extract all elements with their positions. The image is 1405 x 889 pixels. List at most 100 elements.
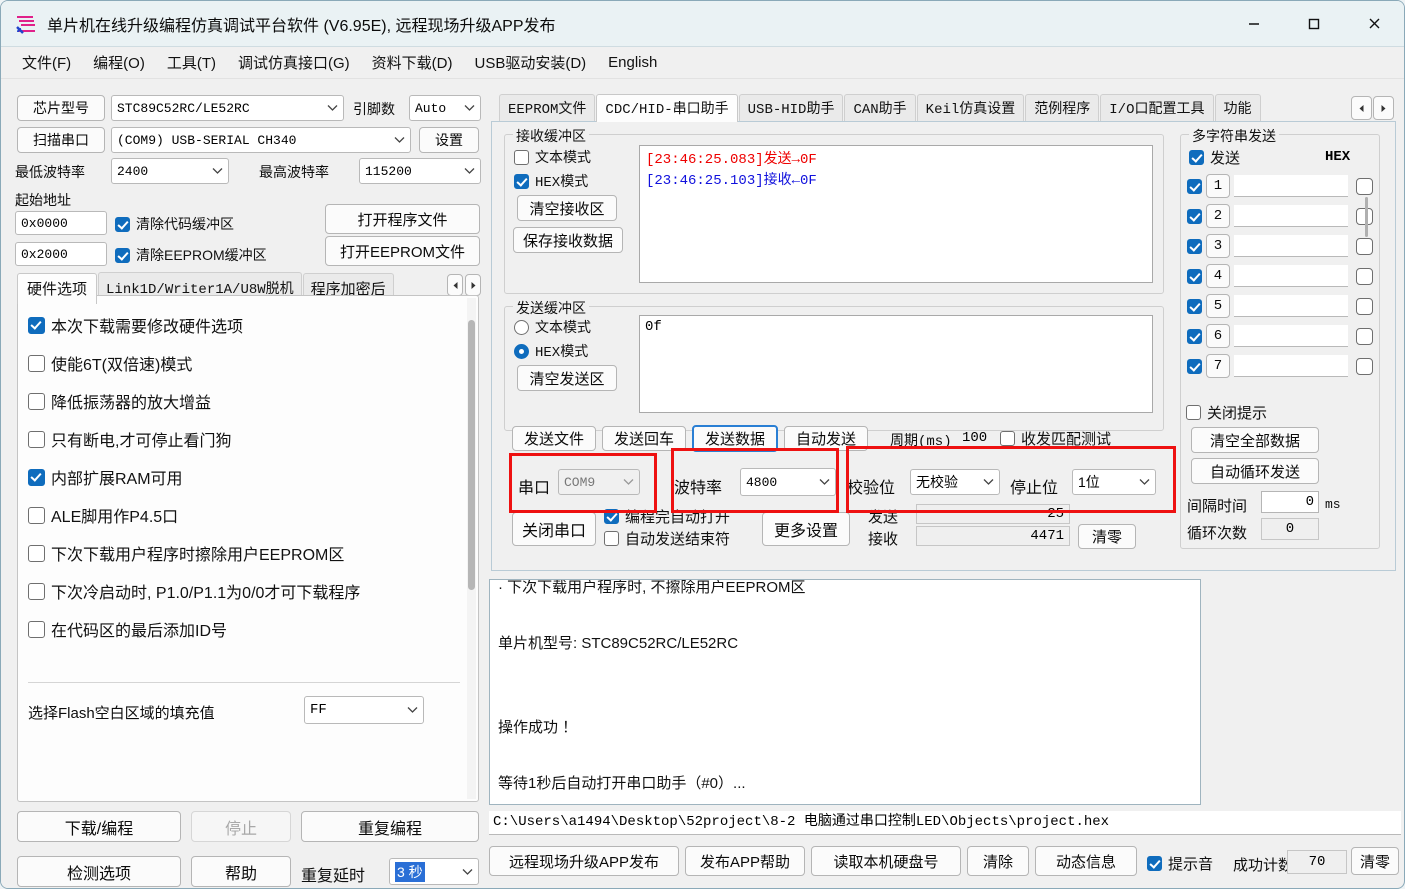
port-select[interactable]: COM9: [558, 469, 640, 495]
save-receive-button[interactable]: 保存接收数据: [513, 227, 623, 253]
send-period-value[interactable]: 100: [962, 430, 987, 446]
send-enter-button[interactable]: 发送回车: [602, 426, 686, 451]
hardware-option-row[interactable]: 内部扩展RAM可用: [28, 458, 460, 496]
hardware-option-row[interactable]: 在代码区的最后添加ID号: [28, 610, 460, 648]
multisend-row-input[interactable]: [1234, 355, 1348, 377]
more-settings-button[interactable]: 更多设置: [762, 512, 850, 546]
multisend-row-button[interactable]: 3: [1206, 234, 1230, 258]
right-tab-next-button[interactable]: [1373, 96, 1394, 120]
read-disk-id-button[interactable]: 读取本机硬盘号: [811, 846, 961, 876]
multisend-row[interactable]: 5: [1187, 291, 1373, 321]
receive-hex-mode-checkbox[interactable]: HEX模式: [514, 171, 588, 191]
multisend-row[interactable]: 6: [1187, 321, 1373, 351]
baud-select[interactable]: 4800: [740, 468, 836, 496]
tab-can-helper[interactable]: CAN助手: [844, 94, 916, 122]
multisend-row[interactable]: 3: [1187, 231, 1373, 261]
checkbox-icon[interactable]: [1187, 358, 1202, 374]
flash-fill-select[interactable]: FF: [304, 696, 424, 724]
maximize-button[interactable]: [1284, 1, 1344, 47]
checkbox-icon[interactable]: [1187, 298, 1202, 314]
scan-serial-port-button[interactable]: 扫描串口: [17, 127, 105, 153]
send-file-button[interactable]: 发送文件: [512, 426, 596, 451]
publish-app-help-button[interactable]: 发布APP帮助: [685, 846, 805, 876]
minimize-button[interactable]: [1224, 1, 1284, 47]
right-tab-prev-button[interactable]: [1351, 96, 1372, 120]
repeat-program-button[interactable]: 重复编程: [301, 811, 479, 842]
start-address-code-input[interactable]: 0x0000: [15, 211, 107, 235]
multisend-row-input[interactable]: [1234, 205, 1348, 227]
stopbits-select[interactable]: 1位: [1072, 469, 1156, 495]
close-button[interactable]: [1344, 1, 1404, 47]
checkbox-icon[interactable]: [1187, 238, 1202, 254]
tab-usb-hid[interactable]: USB-HID助手: [738, 94, 844, 122]
open-eeprom-file-button[interactable]: 打开EEPROM文件: [325, 236, 480, 266]
left-tab-prev-button[interactable]: [447, 274, 463, 296]
tab-io-config[interactable]: I/O口配置工具: [1100, 94, 1214, 122]
multisend-row[interactable]: 1: [1187, 171, 1373, 201]
send-text-mode-radio[interactable]: 文本模式: [514, 317, 591, 337]
remote-upgrade-publish-button[interactable]: 远程现场升级APP发布: [489, 846, 679, 876]
multisend-row[interactable]: 7: [1187, 351, 1373, 381]
send-data-button[interactable]: 发送数据: [692, 425, 778, 452]
clear-all-data-button[interactable]: 清空全部数据: [1191, 427, 1319, 453]
checkbox-icon[interactable]: [1187, 178, 1202, 194]
stop-button[interactable]: 停止: [191, 811, 291, 842]
multisend-row-button[interactable]: 7: [1206, 354, 1230, 378]
multisend-row-button[interactable]: 4: [1206, 264, 1230, 288]
hardware-option-row[interactable]: 使能6T(双倍速)模式: [28, 344, 460, 382]
tab-functions[interactable]: 功能: [1214, 94, 1261, 122]
max-baud-select[interactable]: 115200: [359, 158, 481, 184]
parity-select[interactable]: 无校验: [910, 469, 1000, 495]
beep-checkbox[interactable]: 提示音: [1147, 853, 1213, 874]
match-test-checkbox[interactable]: 收发匹配测试: [1000, 428, 1111, 449]
download-program-button[interactable]: 下载/编程: [17, 811, 181, 842]
checkbox-icon[interactable]: [1187, 268, 1202, 284]
pins-select[interactable]: Auto: [409, 95, 481, 121]
multisend-row-input[interactable]: [1234, 325, 1348, 347]
clear-eeprom-buffer-checkbox[interactable]: 清除EEPROM缓冲区: [115, 245, 267, 265]
multisend-row-button[interactable]: 1: [1206, 174, 1230, 198]
menu-item-downloads[interactable]: 资料下载(D): [361, 49, 464, 76]
open-program-file-button[interactable]: 打开程序文件: [325, 204, 480, 234]
start-address-eeprom-input[interactable]: 0x2000: [15, 242, 107, 266]
reset-success-count-button[interactable]: 清零: [1351, 847, 1399, 875]
hardware-option-row[interactable]: 本次下载需要修改硬件选项: [28, 306, 460, 344]
hardware-option-row[interactable]: ALE脚用作P4.5口: [28, 496, 460, 534]
min-baud-select[interactable]: 2400: [111, 158, 229, 184]
tab-hardware-options[interactable]: 硬件选项: [17, 273, 98, 304]
multisend-row-input[interactable]: [1234, 235, 1348, 257]
menu-item-usb-driver[interactable]: USB驱动安装(D): [463, 49, 597, 76]
receive-log-textarea[interactable]: [23:46:25.083]发送→0F [23:46:25.103]接收←0F: [639, 145, 1153, 283]
interval-input[interactable]: 0: [1261, 491, 1319, 513]
multisend-row-button[interactable]: 5: [1206, 294, 1230, 318]
multisend-scrollbar[interactable]: [1364, 171, 1373, 391]
send-buffer-textarea[interactable]: 0f: [639, 315, 1153, 413]
hardware-option-row[interactable]: 只有断电,才可停止看门狗: [28, 420, 460, 458]
multisend-row-input[interactable]: [1234, 265, 1348, 287]
close-tip-checkbox[interactable]: 关闭提示: [1186, 402, 1267, 423]
auto-send-button[interactable]: 自动发送: [784, 426, 868, 451]
tab-cdc-hid-serial[interactable]: CDC/HID-串口助手: [596, 94, 738, 122]
clear-receive-button[interactable]: 清空接收区: [517, 195, 617, 221]
detect-options-button[interactable]: 检测选项: [17, 856, 181, 887]
checkbox-icon[interactable]: [1187, 328, 1202, 344]
status-log-panel[interactable]: · 下次下载用户程序时, 不擦除用户EEPROM区 单片机型号: STC89C5…: [489, 579, 1201, 805]
close-port-button[interactable]: 关闭串口: [512, 512, 596, 546]
clear-code-buffer-checkbox[interactable]: 清除代码缓冲区: [115, 214, 234, 234]
multisend-row[interactable]: 4: [1187, 261, 1373, 291]
menu-item-file[interactable]: 文件(F): [11, 49, 82, 76]
clear-send-button[interactable]: 清空发送区: [517, 365, 617, 391]
hardware-option-row[interactable]: 下次下载用户程序时擦除用户EEPROM区: [28, 534, 460, 572]
hex-file-path[interactable]: C:\Users\a1494\Desktop\52project\8-2 电脑通…: [489, 811, 1401, 835]
tab-eeprom-file[interactable]: EEPROM文件: [499, 94, 596, 122]
chip-model-select[interactable]: STC89C52RC/LE52RC: [111, 95, 344, 121]
menu-item-program[interactable]: 编程(O): [82, 49, 156, 76]
hardware-option-row[interactable]: 下次冷启动时, P1.0/P1.1为0/0才可下载程序: [28, 572, 460, 610]
tab-sample-programs[interactable]: 范例程序: [1025, 94, 1100, 122]
multisend-row[interactable]: 2: [1187, 201, 1373, 231]
checkbox-icon[interactable]: [1187, 208, 1202, 224]
chip-model-button[interactable]: 芯片型号: [17, 95, 105, 121]
dynamic-info-button[interactable]: 动态信息: [1035, 846, 1137, 876]
clear-log-button[interactable]: 清除: [967, 846, 1029, 876]
settings-button[interactable]: 设置: [419, 127, 479, 153]
